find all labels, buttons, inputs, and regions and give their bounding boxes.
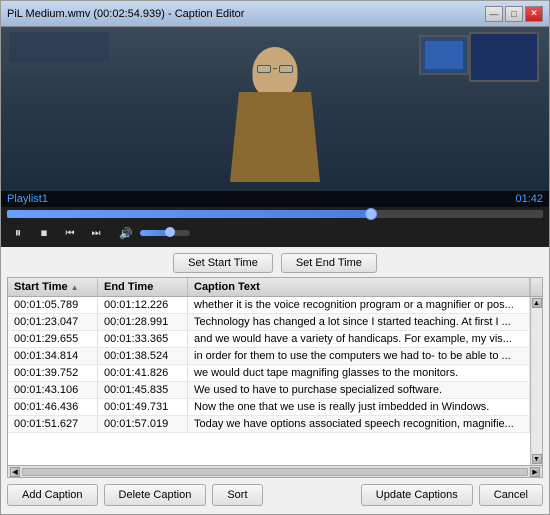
- table-row[interactable]: 00:01:05.78900:01:12.226whether it is th…: [8, 297, 530, 314]
- cell-start-time: 00:01:34.814: [8, 348, 98, 364]
- cell-caption-text: we would duct tape magnifing glasses to …: [188, 365, 530, 381]
- scroll-down-btn[interactable]: ▼: [532, 454, 542, 464]
- cell-end-time: 00:01:33.365: [98, 331, 188, 347]
- set-start-time-button[interactable]: Set Start Time: [173, 253, 273, 273]
- volume-thumb: [165, 227, 175, 237]
- h-scroll-track: [22, 468, 528, 476]
- cell-end-time: 00:01:41.826: [98, 365, 188, 381]
- cell-caption-text: We used to have to purchase specialized …: [188, 382, 530, 398]
- transport-controls: ⏸ ⏹ ⏮ ⏭ 🔊: [7, 222, 543, 244]
- close-button[interactable]: ✕: [525, 6, 543, 22]
- table-header: Start Time ▲ End Time Caption Text: [8, 278, 542, 297]
- playlist-label: Playlist1: [7, 193, 48, 205]
- table-row[interactable]: 00:01:39.75200:01:41.826we would duct ta…: [8, 365, 530, 382]
- table-body[interactable]: 00:01:05.78900:01:12.226whether it is th…: [8, 297, 530, 465]
- col-end-time: End Time: [98, 278, 188, 296]
- time-display: 01:42: [515, 193, 543, 205]
- cell-end-time: 00:01:38.524: [98, 348, 188, 364]
- title-bar: PiL Medium.wmv (00:02:54.939) - Caption …: [1, 1, 549, 27]
- person-glasses: [257, 65, 293, 73]
- main-window: PiL Medium.wmv (00:02:54.939) - Caption …: [0, 0, 550, 515]
- sort-button[interactable]: Sort: [212, 484, 262, 506]
- scroll-track: [532, 308, 542, 454]
- window-title: PiL Medium.wmv (00:02:54.939) - Caption …: [7, 8, 244, 20]
- cell-caption-text: Technology has changed a lot since I sta…: [188, 314, 530, 330]
- table-row[interactable]: 00:01:51.62700:01:57.019Today we have op…: [8, 416, 530, 433]
- volume-bar[interactable]: [140, 230, 190, 236]
- progress-bar[interactable]: [7, 210, 543, 218]
- prev-frame-button[interactable]: ⏮: [59, 222, 81, 244]
- progress-fill: [7, 210, 371, 218]
- table-body-container: 00:01:05.78900:01:12.226whether it is th…: [8, 297, 542, 465]
- cell-end-time: 00:01:49.731: [98, 399, 188, 415]
- cell-start-time: 00:01:23.047: [8, 314, 98, 330]
- bg-monitor: [419, 35, 469, 75]
- bottom-action-buttons: Add Caption Delete Caption Sort Update C…: [7, 482, 543, 508]
- cell-start-time: 00:01:46.436: [8, 399, 98, 415]
- table-row[interactable]: 00:01:34.81400:01:38.524in order for the…: [8, 348, 530, 365]
- update-captions-button[interactable]: Update Captions: [361, 484, 473, 506]
- cell-end-time: 00:01:28.991: [98, 314, 188, 330]
- table-row[interactable]: 00:01:29.65500:01:33.365and we would hav…: [8, 331, 530, 348]
- horizontal-scrollbar[interactable]: ◀ ▶: [8, 465, 542, 477]
- sort-arrow-icon: ▲: [71, 283, 79, 292]
- cell-caption-text: and we would have a variety of handicaps…: [188, 331, 530, 347]
- person-body: [230, 92, 320, 182]
- table-row[interactable]: 00:01:43.10600:01:45.835We used to have …: [8, 382, 530, 399]
- bg-text-left: [9, 32, 109, 62]
- scroll-up-btn[interactable]: ▲: [532, 298, 542, 308]
- stop-button[interactable]: ⏹: [33, 222, 55, 244]
- cell-end-time: 00:01:12.226: [98, 297, 188, 313]
- controls-bar: ⏸ ⏹ ⏮ ⏭ 🔊: [1, 207, 549, 247]
- scroll-right-btn[interactable]: ▶: [530, 467, 540, 477]
- cell-end-time: 00:01:57.019: [98, 416, 188, 432]
- scroll-left-btn[interactable]: ◀: [10, 467, 20, 477]
- captions-table: Start Time ▲ End Time Caption Text 00:01…: [7, 277, 543, 478]
- delete-caption-button[interactable]: Delete Caption: [104, 484, 207, 506]
- add-caption-button[interactable]: Add Caption: [7, 484, 98, 506]
- cell-start-time: 00:01:51.627: [8, 416, 98, 432]
- cell-start-time: 00:01:29.655: [8, 331, 98, 347]
- vertical-scrollbar[interactable]: ▲ ▼: [530, 297, 542, 465]
- col-caption-text: Caption Text: [188, 278, 530, 296]
- pause-button[interactable]: ⏸: [7, 222, 29, 244]
- next-frame-button[interactable]: ⏭: [85, 222, 107, 244]
- caption-time-buttons: Set Start Time Set End Time: [7, 253, 543, 273]
- video-area: Playlist1 01:42: [1, 27, 549, 207]
- volume-area: 🔊: [115, 222, 190, 244]
- bg-board: [469, 32, 539, 82]
- cell-start-time: 00:01:43.106: [8, 382, 98, 398]
- progress-thumb: [365, 208, 377, 220]
- minimize-button[interactable]: —: [485, 6, 503, 22]
- window-controls: — □ ✕: [485, 6, 543, 22]
- set-end-time-button[interactable]: Set End Time: [281, 253, 377, 273]
- cell-caption-text: in order for them to use the computers w…: [188, 348, 530, 364]
- playlist-bar: Playlist1 01:42: [1, 191, 549, 207]
- cell-caption-text: whether it is the voice recognition prog…: [188, 297, 530, 313]
- cancel-button[interactable]: Cancel: [479, 484, 543, 506]
- cell-start-time: 00:01:05.789: [8, 297, 98, 313]
- maximize-button[interactable]: □: [505, 6, 523, 22]
- main-content: Set Start Time Set End Time Start Time ▲…: [1, 247, 549, 514]
- volume-button[interactable]: 🔊: [115, 222, 137, 244]
- table-row[interactable]: 00:01:46.43600:01:49.731Now the one that…: [8, 399, 530, 416]
- cell-start-time: 00:01:39.752: [8, 365, 98, 381]
- table-row[interactable]: 00:01:23.04700:01:28.991Technology has c…: [8, 314, 530, 331]
- cell-caption-text: Today we have options associated speech …: [188, 416, 530, 432]
- col-start-time: Start Time ▲: [8, 278, 98, 296]
- header-scroll-space: [530, 278, 542, 296]
- cell-end-time: 00:01:45.835: [98, 382, 188, 398]
- cell-caption-text: Now the one that we use is really just i…: [188, 399, 530, 415]
- video-frame: [1, 27, 549, 207]
